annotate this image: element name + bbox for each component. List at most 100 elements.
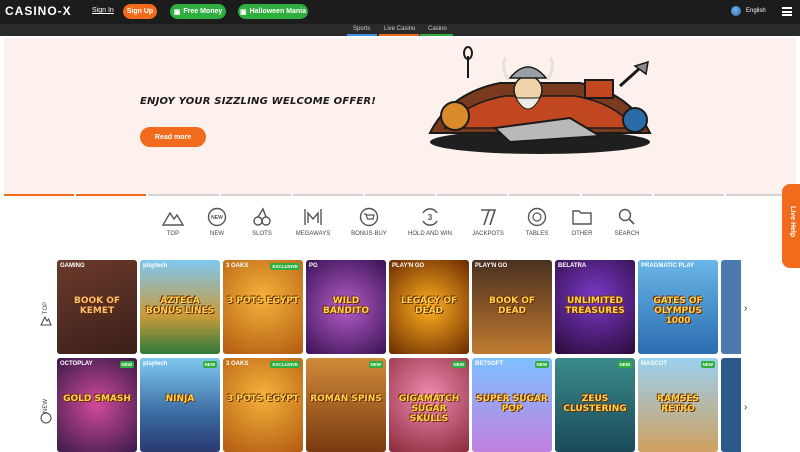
progress-segment[interactable] xyxy=(364,194,436,196)
game-tile[interactable]: BELATRA UNLIMITED TREASURES xyxy=(555,260,635,354)
tab-live-casino[interactable]: Live Casino xyxy=(384,26,415,32)
provider-label: BELATRA xyxy=(558,263,587,269)
sports-underline xyxy=(347,34,377,36)
category-search[interactable]: SEARCH xyxy=(599,207,655,237)
live-help-button[interactable]: Live Help xyxy=(782,184,800,268)
game-tile[interactable]: NEW GIGAMATCH SUGAR SKULLS xyxy=(389,358,469,452)
sign-in-link[interactable]: Sign In xyxy=(92,7,114,14)
new-badge: NEW xyxy=(451,361,466,368)
game-tile[interactable]: BETSOFT NEW SUPER SUGAR POP xyxy=(472,358,552,452)
provider-label: 3 OAKS xyxy=(226,263,249,269)
viking-illustration xyxy=(428,46,652,154)
category-nav: TOP NEW NEW SLOTS MEGAWAYS BONUS-BUY 3 H… xyxy=(145,207,655,247)
hero-title: ENJOY YOUR SIZZLING WELCOME OFFER! xyxy=(140,96,377,107)
game-tile[interactable]: NEW ZEUS CLUSTERING xyxy=(555,358,635,452)
sub-nav: Sports Live Casino Casino xyxy=(0,24,800,36)
provider-label: PG xyxy=(309,263,318,269)
progress-segment[interactable] xyxy=(437,194,508,196)
coin-spin-icon: 3 xyxy=(422,208,438,226)
halloween-mania-button[interactable]: ▣ Halloween Mania xyxy=(238,4,308,19)
cherries-icon xyxy=(253,207,271,226)
game-title: 3 POTS EGYPT xyxy=(227,394,299,404)
category-label: HOLD AND WIN xyxy=(407,231,452,237)
live-casino-underline xyxy=(379,34,419,36)
category-jackpots[interactable]: JACKPOTS xyxy=(460,207,516,237)
game-title: 3 POTS EGYPT xyxy=(227,296,299,306)
progress-segment[interactable] xyxy=(76,194,147,196)
progress-segment[interactable] xyxy=(653,194,724,196)
game-tile[interactable]: PLAY'N GO LEGACY OF DEAD xyxy=(389,260,469,354)
game-title: NINJA xyxy=(165,394,195,404)
provider-label: OCTOPLAY xyxy=(60,361,93,367)
chevron-right-icon[interactable]: › xyxy=(744,303,747,314)
hero-banner[interactable] xyxy=(4,38,796,194)
game-tile[interactable]: PLAY'N GO BOOK OF DEAD xyxy=(472,260,552,354)
game-title: GIGAMATCH SUGAR SKULLS xyxy=(398,394,460,424)
category-megaways[interactable]: MEGAWAYS xyxy=(285,207,341,237)
carousel-progress xyxy=(4,194,797,197)
game-title: UNLIMITED TREASURES xyxy=(565,296,625,316)
game-title: RAMSES RETRO xyxy=(657,394,699,414)
mountain-icon xyxy=(162,211,184,226)
game-title: SUPER SUGAR POP xyxy=(476,394,548,414)
provider-label: PLAY'N GO xyxy=(392,263,425,269)
category-label: SEARCH xyxy=(614,231,640,237)
tab-sports[interactable]: Sports xyxy=(353,26,370,32)
gift-icon: ▣ xyxy=(173,8,181,16)
progress-segment[interactable] xyxy=(4,194,75,196)
read-more-button[interactable]: Read more xyxy=(140,127,206,147)
sevens-icon xyxy=(481,209,497,226)
new-badge: NEW xyxy=(368,361,383,368)
progress-segment[interactable] xyxy=(292,194,363,196)
category-label: JACKPOTS xyxy=(472,231,504,237)
game-title: WILD BANDITO xyxy=(323,296,369,316)
progress-segment[interactable] xyxy=(581,194,652,196)
game-tile[interactable]: GAMING BOOK OF KEMET xyxy=(57,260,137,354)
free-money-button[interactable]: ▣ Free Money xyxy=(170,4,226,19)
game-tile[interactable]: 3 OAKS EXCLUSIVE 3 POTS EGYPT xyxy=(223,358,303,452)
row-label-text: TOP xyxy=(42,301,49,315)
category-hold-and-win[interactable]: 3 HOLD AND WIN xyxy=(402,207,458,237)
progress-segment[interactable] xyxy=(220,194,291,196)
logo[interactable]: CASINO-X xyxy=(5,4,72,18)
row-label-new: NEW xyxy=(38,394,54,424)
exclusive-badge: EXCLUSIVE xyxy=(270,263,300,270)
game-title: ROMAN SPINS xyxy=(310,394,382,404)
row-label-text: NEW xyxy=(43,399,49,413)
category-bonus-buy[interactable]: BONUS-BUY xyxy=(341,207,397,237)
free-money-label: Free Money xyxy=(183,8,223,15)
sign-up-label: Sign Up xyxy=(126,8,154,15)
game-title: BOOK OF KEMET xyxy=(73,296,121,316)
folder-icon xyxy=(572,210,592,225)
game-title: BOOK OF DEAD xyxy=(488,296,536,316)
language-selector[interactable]: English xyxy=(731,6,766,16)
game-tile[interactable]: PG WILD BANDITO xyxy=(306,260,386,354)
chevron-right-icon[interactable]: › xyxy=(744,402,747,413)
casino-underline xyxy=(420,34,453,36)
new-icon: NEW xyxy=(207,207,227,227)
game-title: GOLD SMASH xyxy=(63,394,131,404)
new-badge: NEW xyxy=(119,361,134,368)
globe-icon xyxy=(731,6,741,16)
sign-up-button[interactable]: Sign Up xyxy=(123,4,157,19)
tab-casino[interactable]: Casino xyxy=(428,26,447,32)
menu-icon[interactable] xyxy=(782,7,792,16)
svg-text:3: 3 xyxy=(428,213,433,222)
game-tile-partial[interactable] xyxy=(721,358,741,452)
new-badge: NEW xyxy=(617,361,632,368)
progress-segment[interactable] xyxy=(509,194,580,196)
provider-label: MASCOT xyxy=(641,361,667,367)
game-tile[interactable]: 3 OAKS EXCLUSIVE 3 POTS EGYPT xyxy=(223,260,303,354)
game-tile-partial[interactable] xyxy=(721,260,741,354)
category-label: SLOTS xyxy=(252,231,272,237)
game-tile[interactable]: playtech AZTECA BONUS LINES xyxy=(140,260,220,354)
provider-label: PLAY'N GO xyxy=(475,263,508,269)
game-tile[interactable]: MASCOT NEW RAMSES RETRO xyxy=(638,358,718,452)
game-tile[interactable]: playtech NEW NINJA xyxy=(140,358,220,452)
category-label: MEGAWAYS xyxy=(295,231,331,237)
game-tile[interactable]: OCTOPLAY NEW GOLD SMASH xyxy=(57,358,137,452)
game-tile[interactable]: NEW ROMAN SPINS xyxy=(306,358,386,452)
progress-segment[interactable] xyxy=(148,194,219,196)
category-slots[interactable]: SLOTS xyxy=(234,207,290,237)
game-tile[interactable]: PRAGMATIC PLAY GATES OF OLYMPUS 1000 xyxy=(638,260,718,354)
